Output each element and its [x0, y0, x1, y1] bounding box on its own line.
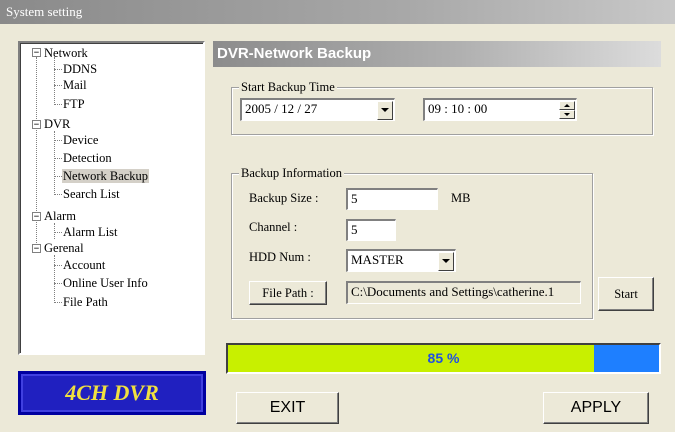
tree-connector [54, 194, 62, 195]
tree-connector [54, 104, 62, 105]
tree-item-online-user-info[interactable]: Online User Info [63, 276, 148, 290]
spin-down-icon[interactable] [559, 110, 575, 119]
hdd-num-select[interactable]: MASTER [346, 249, 456, 272]
tree-item-device[interactable]: Device [63, 133, 98, 147]
network-expander-icon[interactable]: − [32, 48, 41, 58]
tree-connector [54, 158, 62, 159]
panel-title: DVR-Network Backup [213, 41, 661, 67]
tree-item-alarm-list[interactable]: Alarm List [63, 225, 118, 239]
start-backup-time-label: Start Backup Time [239, 80, 337, 94]
tree-connector [54, 302, 62, 303]
file-path-field: C:\Documents and Settings\catherine.1 [346, 281, 581, 304]
system-setting-window: System setting − Network DDNS Mail FTP −… [0, 0, 675, 432]
tree-connector [54, 140, 62, 141]
alarm-expander-icon[interactable]: − [32, 212, 41, 222]
file-path-button[interactable]: File Path : [249, 281, 327, 305]
tree-node-alarm[interactable]: Alarm [44, 209, 76, 223]
progress-percent-label: 85 % [427, 350, 460, 366]
tree-connector [54, 265, 62, 266]
backup-size-input[interactable]: 5 [346, 188, 438, 210]
logo-text: 4CH DVR [65, 380, 159, 405]
apply-button[interactable]: APPLY [543, 392, 649, 424]
channel-label: Channel : [249, 220, 298, 234]
general-expander-icon[interactable]: − [32, 244, 41, 254]
backup-date-select[interactable]: 2005 / 12 / 27 [240, 98, 395, 121]
backup-date-value: 2005 / 12 / 27 [245, 101, 318, 116]
backup-size-unit: MB [451, 191, 471, 205]
backup-progress-bar: 85 % [226, 343, 661, 374]
tree-node-network[interactable]: Network [44, 46, 88, 60]
settings-tree[interactable]: − Network DDNS Mail FTP − DVR Device Det… [18, 41, 205, 355]
tree-connector [54, 223, 55, 239]
dvr-expander-icon[interactable]: − [32, 120, 41, 130]
tree-item-file-path[interactable]: File Path [63, 295, 108, 309]
tree-connector [54, 69, 62, 70]
panel-title-text: DVR-Network Backup [217, 45, 372, 62]
tree-node-dvr[interactable]: DVR [44, 117, 70, 131]
file-path-value: C:\Documents and Settings\catherine.1 [351, 284, 555, 299]
tree-item-network-backup[interactable]: Network Backup [62, 169, 150, 183]
start-button[interactable]: Start [598, 277, 654, 311]
hdd-num-value: MASTER [351, 252, 404, 267]
tree-connector [54, 57, 55, 105]
backup-size-label: Backup Size : [249, 191, 319, 205]
backup-time-spinner[interactable]: 09 : 10 : 00 [423, 98, 577, 121]
channel-input[interactable]: 5 [346, 219, 396, 241]
tree-connector [54, 283, 62, 284]
tree-item-account[interactable]: Account [63, 258, 105, 272]
hdd-num-label: HDD Num : [249, 250, 311, 264]
tree-item-detection[interactable]: Detection [63, 151, 112, 165]
backup-time-value: 09 : 10 : 00 [428, 101, 488, 116]
chevron-down-icon[interactable] [377, 101, 393, 120]
backup-size-value: 5 [351, 191, 358, 206]
exit-button[interactable]: EXIT [236, 392, 339, 424]
tree-node-general[interactable]: Gerenal [44, 241, 84, 255]
tree-connector [54, 232, 62, 233]
channel-value: 5 [351, 222, 358, 237]
chevron-down-icon[interactable] [438, 252, 454, 271]
dvr-logo: 4CH DVR [18, 371, 206, 415]
window-titlebar: System setting [0, 0, 675, 24]
tree-connector [54, 255, 55, 303]
backup-information-label: Backup Information [239, 166, 345, 180]
tree-item-search-list[interactable]: Search List [63, 187, 120, 201]
tree-item-mail[interactable]: Mail [63, 78, 87, 92]
tree-connector [54, 176, 62, 177]
tree-item-ddns[interactable]: DDNS [63, 62, 97, 76]
tree-connector [54, 85, 62, 86]
spin-up-icon[interactable] [559, 101, 575, 110]
tree-item-ftp[interactable]: FTP [63, 97, 85, 111]
window-title: System setting [6, 4, 83, 19]
